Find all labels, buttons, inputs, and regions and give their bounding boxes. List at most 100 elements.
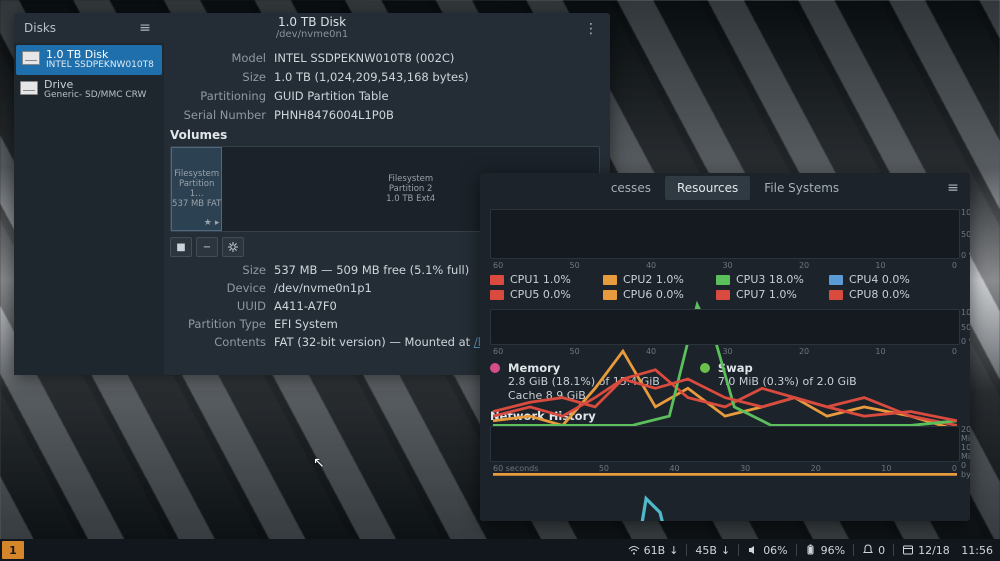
separator	[893, 544, 894, 556]
xlabel: 60	[493, 347, 503, 356]
network-chart: 20.0 MiB/s 10.0 MiB/s 0 bytes/s 60 secon…	[490, 426, 960, 462]
wifi-icon	[628, 544, 640, 556]
volume-indicator[interactable]: 06%	[740, 544, 794, 557]
label-uuid: UUID	[170, 299, 266, 313]
separator	[686, 544, 687, 556]
unmount-button[interactable]: ■	[170, 237, 192, 257]
xlabel: 60 seconds	[493, 464, 538, 473]
ylabel: 50 %	[961, 323, 970, 332]
xlabel: 10	[875, 347, 885, 356]
separator	[738, 544, 739, 556]
xlabel: 30	[722, 347, 732, 356]
memory-chart: 100 % 50 % 0 % 60 50 40 30 20 10 0	[490, 309, 960, 345]
label-serial: Serial Number	[170, 108, 266, 122]
partition-line: Filesystem	[388, 174, 433, 184]
xlabel: 20	[799, 347, 809, 356]
wifi-value: 61B	[644, 544, 666, 557]
partition-line: Partition 2	[389, 184, 433, 194]
drive-icon	[20, 81, 38, 95]
tab-filesystems[interactable]: File Systems	[752, 176, 851, 200]
xlabel: 30	[722, 261, 732, 270]
star-icon[interactable]: ★	[204, 218, 212, 228]
label-partitioning: Partitioning	[170, 89, 266, 103]
xlabel: 40	[646, 347, 656, 356]
play-icon[interactable]: ▸	[215, 218, 220, 228]
net-indicator[interactable]: 45B ↓	[688, 544, 737, 557]
system-monitor-window: cesses Resources File Systems ≡ 100 % 50…	[480, 173, 970, 521]
kebab-icon[interactable]: ⋮	[582, 20, 600, 38]
time-value: 11:56	[961, 544, 993, 557]
calendar-icon	[902, 544, 914, 556]
date-value: 12/18	[918, 544, 950, 557]
clock[interactable]: 12/18 11:56	[895, 544, 1000, 557]
xlabel: 30	[740, 464, 750, 473]
bell-icon	[862, 544, 874, 556]
notification-indicator[interactable]: 0	[855, 544, 892, 557]
value-partitioning: GUID Partition Table	[274, 89, 600, 103]
xlabel: 50	[569, 261, 579, 270]
monitor-tabs: cesses Resources File Systems ≡	[480, 173, 970, 203]
down-arrow-icon: ↓	[721, 544, 730, 557]
hamburger-icon[interactable]: ≡	[136, 19, 154, 37]
separator	[853, 544, 854, 556]
ylabel: 100 %	[961, 208, 970, 217]
wifi-indicator[interactable]: 61B↓	[621, 544, 686, 557]
gear-icon	[227, 241, 239, 253]
xlabel: 20	[799, 261, 809, 270]
xlabel: 20	[811, 464, 821, 473]
partition-1[interactable]: Filesystem Partition 1… 537 MB FAT ★▸	[171, 147, 222, 231]
net-value: 45B	[695, 544, 717, 557]
hamburger-icon[interactable]: ≡	[944, 179, 962, 197]
partition-line: Filesystem	[174, 169, 219, 179]
taskbar: 1 61B↓ 45B ↓ 06% 96% 0 12/18 11:56	[0, 539, 1000, 561]
xlabel: 40	[669, 464, 679, 473]
disks-app-title: Disks	[24, 21, 56, 35]
ylabel: 20.0 MiB/s	[961, 425, 970, 443]
partition-line: Partition 1…	[171, 179, 222, 199]
contents-prefix: FAT (32-bit version) — Mounted at	[274, 335, 474, 349]
volumes-heading: Volumes	[170, 128, 600, 142]
battery-indicator[interactable]: 96%	[798, 544, 852, 557]
notification-count: 0	[878, 544, 885, 557]
ylabel: 10.0 MiB/s	[961, 443, 970, 461]
partition-line: 537 MB FAT	[172, 199, 221, 209]
label-model: Model	[170, 51, 266, 65]
xlabel: 50	[599, 464, 609, 473]
xlabel: 0	[952, 347, 957, 356]
disks-titlebar[interactable]: Disks ≡ 1.0 TB Disk /dev/nvme0n1 ⋮	[14, 13, 610, 43]
partition-line: 1.0 TB Ext4	[386, 194, 435, 204]
ylabel: 0 %	[961, 337, 970, 346]
workspace-indicator[interactable]: 1	[2, 541, 24, 559]
volume-value: 06%	[763, 544, 787, 557]
battery-icon	[805, 544, 817, 556]
xlabel: 0	[952, 261, 957, 270]
tab-processes[interactable]: cesses	[599, 176, 663, 200]
label-size: Size	[170, 70, 266, 84]
xlabel: 60	[493, 261, 503, 270]
ylabel: 100 %	[961, 308, 970, 317]
speaker-icon	[747, 544, 759, 556]
delete-partition-button[interactable]: −	[196, 237, 218, 257]
label-ptype: Partition Type	[170, 317, 266, 331]
xlabel: 0	[952, 464, 957, 473]
battery-value: 96%	[821, 544, 845, 557]
partition-options-button[interactable]	[222, 237, 244, 257]
device-sub: Generic- SD/MMC CRW	[44, 91, 146, 101]
label-psize: Size	[170, 263, 266, 277]
disks-device-list: 1.0 TB Disk INTEL SSDPEKNW010T8 Drive Ge…	[14, 43, 164, 375]
disks-header-title: 1.0 TB Disk	[276, 16, 348, 29]
xlabel: 10	[875, 261, 885, 270]
xlabel: 10	[881, 464, 891, 473]
xlabel: 40	[646, 261, 656, 270]
device-item-sdcard[interactable]: Drive Generic- SD/MMC CRW	[14, 75, 164, 105]
device-sub: INTEL SSDPEKNW010T8	[46, 61, 154, 71]
disks-header-subtitle: /dev/nvme0n1	[276, 29, 348, 40]
ylabel: 50 %	[961, 230, 970, 239]
value-serial: PHNH8476004L1P0B	[274, 108, 600, 122]
value-size: 1.0 TB (1,024,209,543,168 bytes)	[274, 70, 600, 84]
tab-resources[interactable]: Resources	[665, 176, 750, 200]
ylabel: 0 bytes/s	[961, 461, 970, 479]
device-item-nvme[interactable]: 1.0 TB Disk INTEL SSDPEKNW010T8	[16, 45, 162, 75]
xlabel: 50	[569, 347, 579, 356]
network-chart-svg	[493, 429, 957, 521]
